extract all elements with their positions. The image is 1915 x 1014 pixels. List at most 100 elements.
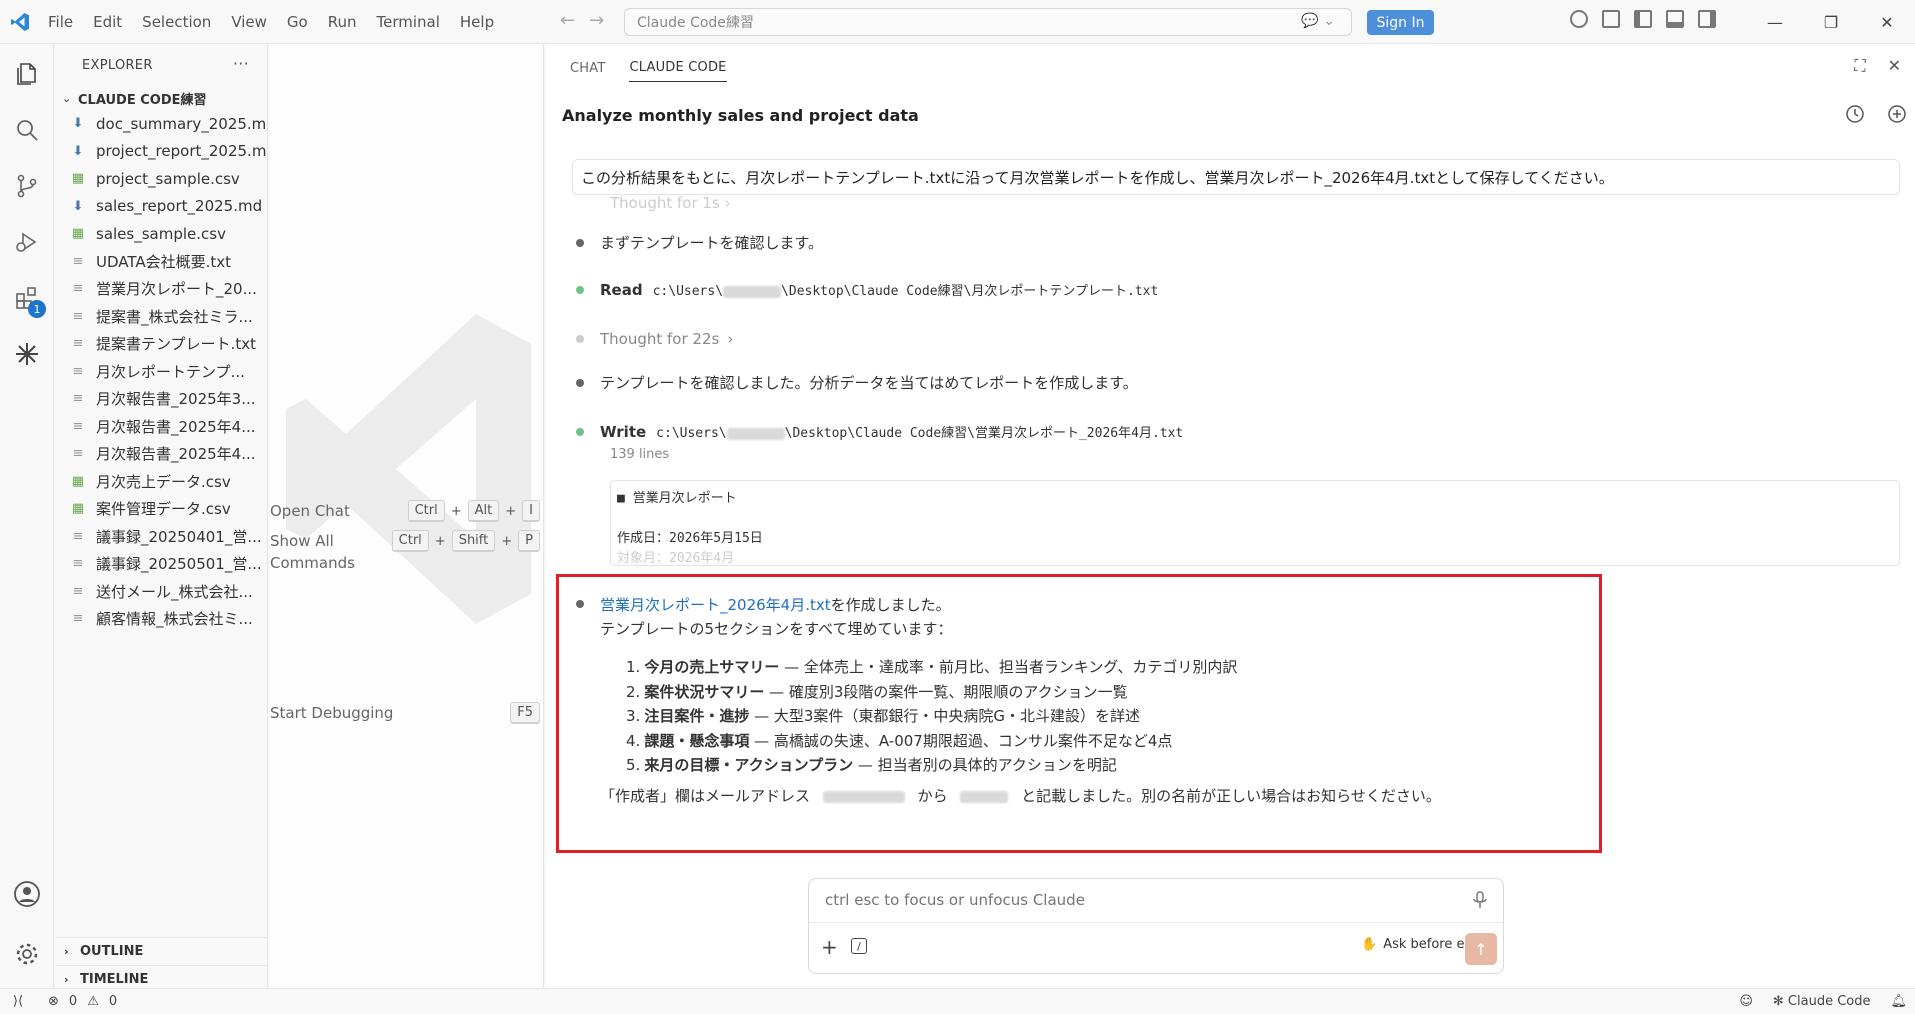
file-item[interactable]: ≡ 月次レポートテンプ... <box>56 358 267 386</box>
read-tool-call[interactable]: Read c:\Users\ \Desktop\Claude Code練習\月次レ… <box>576 280 1158 299</box>
remote-icon[interactable]: ⟩⟨ <box>0 989 36 1014</box>
search-icon[interactable] <box>0 106 54 154</box>
key: Ctrl <box>407 500 445 522</box>
menu-view[interactable]: View <box>221 0 277 44</box>
tab-chat[interactable]: CHAT <box>570 51 605 82</box>
file-item[interactable]: ▦ project_sample.csv <box>56 165 267 193</box>
path-suffix: \Desktop\Claude Code練習\営業月次レポート_2026年4月.… <box>784 426 1184 441</box>
step-bullet <box>576 378 584 387</box>
open-chat-shortcut[interactable]: Open Chat Ctrl + Alt + I <box>270 500 543 522</box>
file-item[interactable]: ≡ UDATA会社概要.txt <box>56 248 267 276</box>
back-arrow-icon[interactable]: ← <box>560 10 575 31</box>
file-item[interactable]: ≡ 月次報告書_2025年4... <box>56 440 267 468</box>
file-item[interactable]: ≡ 顧客情報_株式会社ミ... <box>56 605 267 633</box>
editor-welcome: Open Chat Ctrl + Alt + I Show All Commands… <box>270 44 544 988</box>
add-attachment-icon[interactable]: + <box>821 935 838 959</box>
settings-gear-icon[interactable] <box>0 930 54 978</box>
file-item[interactable]: ▦ 案件管理データ.csv <box>56 495 267 523</box>
menu-edit[interactable]: Edit <box>83 0 132 44</box>
notifications-bell-icon[interactable]: 🔔︎ <box>1890 994 1907 1009</box>
more-actions-icon[interactable]: ··· <box>233 54 249 73</box>
close-panel-icon[interactable]: ✕ <box>1888 56 1901 76</box>
section-list-item: 1. 今月の売上サマリー — 全体売上・達成率・前月比、担当者ランキング、カテゴリ… <box>626 655 1237 680</box>
open-chat-label: Open Chat <box>270 502 350 520</box>
csv-file-icon: ▦ <box>71 171 85 187</box>
sign-in-button[interactable]: Sign In <box>1367 10 1434 35</box>
toggle-panel-icon[interactable] <box>1666 10 1684 28</box>
minimize-icon[interactable]: — <box>1747 0 1803 44</box>
menu-run[interactable]: Run <box>318 0 367 44</box>
file-item[interactable]: ≡ 送付メール_株式会社... <box>56 578 267 606</box>
send-button[interactable]: ↑ <box>1465 933 1497 965</box>
error-icon: ⊗ <box>48 993 59 1009</box>
chevron-right-icon: › <box>64 973 69 986</box>
menu-go[interactable]: Go <box>277 0 318 44</box>
menu-help[interactable]: Help <box>450 0 504 44</box>
toggle-secondary-sidebar-icon[interactable] <box>1698 10 1716 28</box>
file-item[interactable]: ≡ 議事録_20250401_営... <box>56 523 267 551</box>
path-prefix: c:\Users\ <box>652 284 724 299</box>
file-item[interactable]: ≡ 月次報告書_2025年3... <box>56 385 267 413</box>
command-center-search[interactable]: Claude Code練習 💬 ⌄ <box>624 8 1352 36</box>
restore-icon[interactable]: ❐ <box>1803 0 1859 44</box>
prompt-input[interactable] <box>825 891 1425 909</box>
thought-toggle[interactable]: Thought for 22s › <box>576 330 733 348</box>
outline-section[interactable]: › OUTLINE <box>56 937 268 965</box>
file-item[interactable]: ⬇ project_report_2025.md <box>56 138 267 166</box>
forward-arrow-icon[interactable]: → <box>589 10 604 31</box>
file-name: sales_report_2025.md <box>96 197 263 216</box>
menu-terminal[interactable]: Terminal <box>367 0 450 44</box>
file-link[interactable]: 営業月次レポート_2026年4月.txt <box>600 594 831 615</box>
file-name: sales_sample.csv <box>96 224 226 243</box>
menu-file[interactable]: File <box>38 0 83 44</box>
slash-command-icon[interactable]: / <box>851 938 867 954</box>
assistant-step: まずテンプレートを確認します。 <box>576 232 823 253</box>
menu-selection[interactable]: Selection <box>132 0 221 44</box>
file-item[interactable]: ≡ 提案書テンプレート.txt <box>56 330 267 358</box>
show-all-commands-shortcut[interactable]: Show All Commands Ctrl + Shift + P <box>270 530 543 576</box>
account-icon[interactable] <box>0 870 54 918</box>
copilot-icon[interactable]: ☺ <box>1739 994 1753 1009</box>
accounts-shield-icon[interactable] <box>1570 10 1588 28</box>
explorer-sidebar: EXPLORER ··· ⌄ CLAUDE CODE練習 ⬇ doc_summar… <box>56 44 268 988</box>
tab-claude-code[interactable]: CLAUDE CODE <box>629 50 727 82</box>
new-conversation-icon[interactable] <box>1887 104 1907 128</box>
customize-layout-icon[interactable] <box>1602 10 1620 28</box>
warning-count: 0 <box>108 993 118 1009</box>
csv-file-icon: ▦ <box>71 473 85 489</box>
file-item[interactable]: ≡ 提案書_株式会社ミラ... <box>56 303 267 331</box>
section-list-item: 2. 案件状況サマリー — 確度別3段階の案件一覧、期限順のアクション一覧 <box>626 680 1237 705</box>
maximize-icon[interactable]: ⛶ <box>1854 56 1865 76</box>
run-debug-icon[interactable] <box>0 218 54 266</box>
history-clock-icon[interactable] <box>1845 104 1865 128</box>
file-item[interactable]: ▦ sales_sample.csv <box>56 220 267 248</box>
claude-code-status[interactable]: ✻ Claude Code <box>1773 994 1871 1009</box>
file-item[interactable]: ≡ 営業月次レポート_20... <box>56 275 267 303</box>
copilot-chat-icon[interactable]: 💬 ⌄ <box>1301 13 1335 29</box>
file-item[interactable]: ≡ 議事録_20250501_営... <box>56 550 267 578</box>
file-item[interactable]: ⬇ sales_report_2025.md <box>56 193 267 221</box>
workspace-folder[interactable]: ⌄ CLAUDE CODE練習 <box>56 86 267 110</box>
file-preview[interactable]: ■ 営業月次レポート 作成日：2026年5月15日 対象月：2026年4月 <box>610 480 1900 566</box>
toggle-primary-sidebar-icon[interactable] <box>1634 10 1652 28</box>
file-item[interactable]: ▦ 月次売上データ.csv <box>56 468 267 496</box>
start-debugging-shortcut[interactable]: Start Debugging F5 <box>270 702 543 724</box>
file-item[interactable]: ≡ 月次報告書_2025年4... <box>56 413 267 441</box>
file-name: 月次報告書_2025年4... <box>96 445 256 464</box>
write-tool-call[interactable]: Write c:\Users\ \Desktop\Claude Code練習\営業… <box>576 422 1183 441</box>
file-name: 提案書_株式会社ミラ... <box>96 307 253 326</box>
microphone-icon[interactable] <box>1473 891 1487 913</box>
txt-file-icon: ≡ <box>72 363 84 379</box>
faded-thought-label: Thought for 1s <box>610 194 720 212</box>
item-description: — 担当者別の具体的アクションを明記 <box>853 756 1117 774</box>
claude-icon[interactable] <box>0 330 54 378</box>
footer-text: 「作成者」欄はメールアドレス <box>600 787 811 805</box>
source-control-icon[interactable] <box>0 162 54 210</box>
extensions-icon[interactable]: 1 <box>0 274 54 322</box>
explorer-icon[interactable] <box>0 50 54 98</box>
show-all-commands-label: Show All Commands <box>270 530 355 574</box>
item-number: 2. <box>626 682 641 701</box>
close-window-icon[interactable]: ✕ <box>1859 0 1915 44</box>
file-item[interactable]: ⬇ doc_summary_2025.md <box>56 110 267 138</box>
problems-indicator[interactable]: ⊗ 0 ⚠ 0 <box>48 994 117 1009</box>
